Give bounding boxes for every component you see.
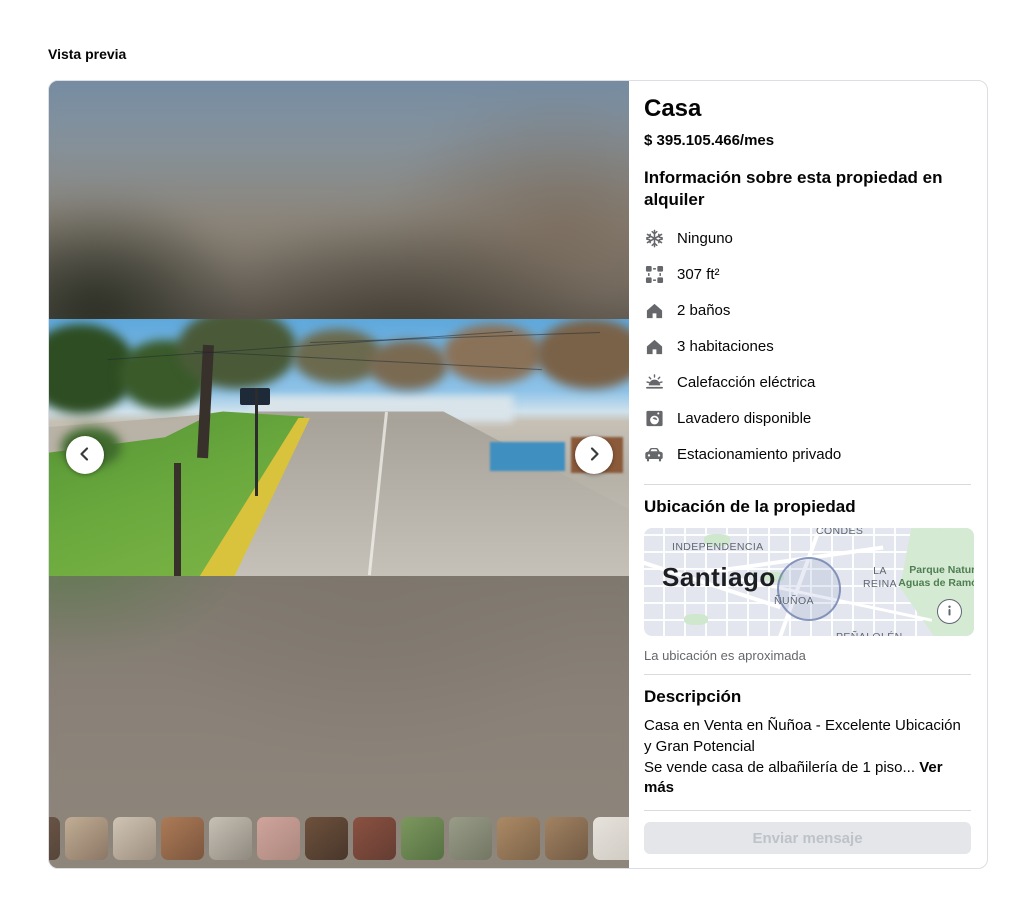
next-photo-button[interactable] — [575, 436, 613, 474]
map-label-park: Parque Natural Aguas de Ramón — [892, 564, 974, 590]
amenity-row-area: 307 ft² — [644, 257, 971, 293]
blurred-photo-top — [49, 81, 629, 319]
photo-thumbnail[interactable] — [49, 817, 60, 860]
location-map[interactable]: INDEPENDENCIA CONDES Santiago ÑUÑOA LA R… — [644, 528, 974, 636]
amenity-row-laundry: Lavadero disponible — [644, 401, 971, 437]
snowflake-icon — [644, 229, 664, 249]
amenity-row-ac: Ninguno — [644, 221, 971, 257]
location-section-heading: Ubicación de la propiedad — [644, 496, 971, 518]
photo-thumbnail[interactable] — [257, 817, 300, 860]
photo-thumbnail[interactable] — [65, 817, 108, 860]
listing-price: $ 395.105.466/mes — [644, 132, 971, 149]
amenity-label: 2 baños — [677, 302, 730, 319]
location-approx-note: La ubicación es aproximada — [644, 648, 971, 663]
chevron-left-icon — [77, 446, 93, 465]
prev-photo-button[interactable] — [66, 436, 104, 474]
main-photo-street-view — [49, 319, 629, 576]
photo-thumbnail[interactable] — [209, 817, 252, 860]
amenity-label: Lavadero disponible — [677, 410, 811, 427]
listing-details-panel: Casa $ 395.105.466/mes Información sobre… — [629, 81, 987, 868]
map-label-nunoa: ÑUÑOA — [774, 595, 814, 607]
heating-icon — [644, 373, 664, 393]
listing-title: Casa — [644, 95, 971, 124]
photo-thumbnail[interactable] — [401, 817, 444, 860]
photo-thumbnail[interactable] — [353, 817, 396, 860]
map-label-penalolen: PEÑALOLÉN — [836, 631, 903, 636]
map-label-condes: CONDES — [816, 528, 863, 537]
page-title: Vista previa — [48, 46, 126, 62]
divider — [644, 484, 971, 485]
info-icon — [944, 603, 955, 621]
description-line2: Se vende casa de albañilería de 1 piso..… — [644, 759, 915, 776]
amenity-label: Calefacción eléctrica — [677, 374, 815, 391]
photo-thumbnail-floorplan[interactable] — [593, 817, 629, 860]
divider — [644, 810, 971, 811]
amenity-label: 307 ft² — [677, 266, 720, 283]
photo-thumbnail[interactable] — [449, 817, 492, 860]
house-icon — [644, 337, 664, 357]
house-icon — [644, 301, 664, 321]
map-location-circle — [777, 557, 841, 621]
info-section-heading: Información sobre esta propiedad en alqu… — [644, 167, 971, 211]
photo-carousel — [49, 81, 629, 868]
map-label-independencia: INDEPENDENCIA — [672, 541, 764, 553]
map-label-city: Santiago — [662, 562, 776, 593]
amenity-list: Ninguno 307 ft² — [644, 221, 971, 473]
area-icon — [644, 265, 664, 285]
amenity-row-bathrooms: 2 baños — [644, 293, 971, 329]
amenity-label: Estacionamiento privado — [677, 446, 841, 463]
send-message-button[interactable]: Enviar mensaje — [644, 822, 971, 854]
car-icon — [644, 445, 664, 465]
photo-thumbnail[interactable] — [497, 817, 540, 860]
description-section-heading: Descripción — [644, 686, 971, 708]
amenity-row-bedrooms: 3 habitaciones — [644, 329, 971, 365]
washer-icon — [644, 409, 664, 429]
amenity-row-parking: Estacionamiento privado — [644, 437, 971, 473]
chevron-right-icon — [586, 446, 602, 465]
amenity-label: 3 habitaciones — [677, 338, 774, 355]
listing-preview-card: Casa $ 395.105.466/mes Información sobre… — [48, 80, 988, 869]
description-line1: Casa en Venta en Ñuñoa - Excelente Ubica… — [644, 717, 961, 755]
amenity-label: Ninguno — [677, 230, 733, 247]
photo-thumbnail[interactable] — [161, 817, 204, 860]
photo-thumbnail[interactable] — [113, 817, 156, 860]
thumbnail-strip — [49, 817, 629, 860]
amenity-row-heating: Calefacción eléctrica — [644, 365, 971, 401]
photo-thumbnail[interactable] — [305, 817, 348, 860]
description-text: Casa en Venta en Ñuñoa - Excelente Ubica… — [644, 716, 971, 799]
photo-thumbnail[interactable] — [545, 817, 588, 860]
divider — [644, 674, 971, 675]
